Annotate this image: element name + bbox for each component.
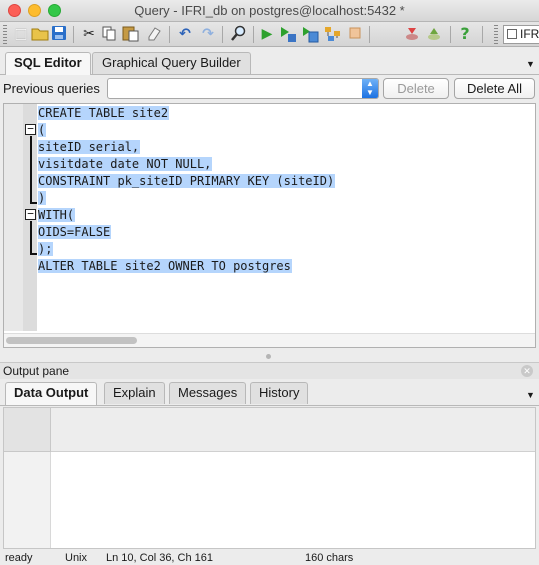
tab-graphical-query-builder[interactable]: Graphical Query Builder	[92, 52, 251, 74]
undo-icon[interactable]: ↶	[176, 25, 194, 43]
output-tabstrip: Data Output Explain Messages History ▼	[0, 379, 539, 405]
toolbar-separator	[253, 26, 254, 43]
pane-splitter[interactable]	[0, 350, 539, 362]
data-output-grid[interactable]	[3, 407, 536, 549]
editor-horizontal-scrollbar[interactable]	[4, 333, 535, 347]
cancel-query-icon[interactable]	[346, 25, 364, 43]
fold-end	[30, 202, 37, 204]
code-line: visitdate date NOT NULL,	[38, 157, 213, 171]
toolbar-separator	[73, 26, 74, 43]
toolbar-separator	[369, 26, 370, 43]
fold-collapse-icon[interactable]: −	[25, 208, 36, 220]
help-icon[interactable]: ?	[456, 25, 474, 43]
tab-sql-editor[interactable]: SQL Editor	[5, 52, 91, 75]
combo-label: IFR	[520, 27, 539, 41]
output-pane-title: Output pane	[3, 364, 70, 378]
delete-all-button[interactable]: Delete All	[454, 78, 535, 99]
toolbar-database-combo[interactable]: IFR	[503, 25, 539, 44]
fold-end	[30, 253, 37, 255]
fold-collapse-icon[interactable]: −	[25, 123, 36, 135]
code-line: CREATE TABLE site2	[38, 106, 170, 120]
checkbox-icon	[507, 29, 517, 39]
status-bar: ready Unix Ln 10, Col 36, Ch 161 160 cha…	[0, 551, 539, 565]
grid-column-header	[51, 408, 535, 452]
toolbar-separator	[482, 26, 483, 43]
code-line: WITH(	[38, 208, 76, 222]
window-title: Query - IFRI_db on postgres@localhost:54…	[134, 3, 405, 18]
toolbar-grip[interactable]	[3, 25, 7, 44]
previous-queries-label: Previous queries	[3, 81, 100, 96]
find-icon[interactable]	[229, 25, 247, 43]
status-state: ready	[5, 552, 33, 564]
toolbar-separator	[450, 26, 451, 43]
tab-explain[interactable]: Explain	[104, 382, 165, 404]
toolbar-separator	[169, 26, 170, 43]
execute-pgscript-icon[interactable]	[279, 25, 297, 43]
status-cursor-position: Ln 10, Col 36, Ch 161	[106, 552, 214, 564]
new-file-icon[interactable]: □	[12, 25, 30, 43]
output-pane-header: Output pane ✕	[0, 362, 539, 379]
code-line: siteID serial,	[38, 140, 141, 154]
grid-corner[interactable]	[4, 408, 51, 452]
previous-queries-select[interactable]: ▲ ▼	[107, 78, 379, 99]
main-toolbar: □ ✂ ↶ ↷ ▶ ? IFR	[0, 22, 539, 47]
divider	[0, 405, 539, 406]
code-line: );	[38, 242, 54, 256]
toolbar-grip[interactable]	[494, 25, 498, 44]
tab-history[interactable]: History	[250, 382, 309, 404]
save-icon[interactable]	[50, 25, 68, 43]
toolbar-separator	[222, 26, 223, 43]
status-line-endings: Unix	[65, 552, 88, 564]
code-line: OIDS=FALSE	[38, 225, 112, 239]
close-icon[interactable]: ✕	[521, 365, 533, 377]
previous-queries-row: Previous queries ▲ ▼ Delete Delete All	[0, 77, 539, 101]
code-line: )	[38, 191, 47, 205]
execute-icon[interactable]: ▶	[258, 25, 276, 43]
code-line: (	[38, 123, 47, 137]
tab-menu-arrow-icon[interactable]: ▼	[526, 59, 535, 69]
editor-tabstrip: SQL Editor Graphical Query Builder ▼	[0, 50, 539, 75]
scrollbar-thumb[interactable]	[6, 337, 137, 344]
redo-icon[interactable]: ↷	[199, 25, 217, 43]
tab-data-output[interactable]: Data Output	[5, 382, 98, 405]
splitter-handle-icon[interactable]	[266, 354, 271, 359]
open-folder-icon[interactable]	[30, 25, 50, 43]
execute-to-file-icon[interactable]	[301, 25, 319, 43]
sql-editor[interactable]: − − CREATE TABLE site2 ( siteID serial, …	[3, 103, 536, 348]
paste-icon[interactable]	[121, 25, 141, 43]
copy-icon[interactable]	[100, 25, 118, 43]
code-line: ALTER TABLE site2 OWNER TO postgres	[38, 259, 292, 273]
delete-button[interactable]: Delete	[383, 78, 449, 99]
explain-icon[interactable]	[324, 25, 342, 43]
grid-row-header	[4, 452, 51, 548]
tab-menu-arrow-icon[interactable]: ▼	[526, 390, 535, 400]
code-area[interactable]: CREATE TABLE site2 ( siteID serial, visi…	[38, 105, 336, 275]
rollback-icon[interactable]	[425, 25, 443, 43]
status-char-count: 160 chars	[305, 552, 354, 564]
title-bar: Query - IFRI_db on postgres@localhost:54…	[0, 0, 539, 22]
select-arrows-icon: ▲ ▼	[362, 79, 378, 98]
cut-icon[interactable]: ✂	[80, 25, 98, 43]
clear-icon[interactable]	[145, 25, 163, 43]
tab-messages[interactable]: Messages	[169, 382, 247, 404]
code-line: CONSTRAINT pk_siteID PRIMARY KEY (siteID…	[38, 174, 336, 188]
fold-line	[30, 221, 32, 255]
fold-line	[30, 136, 32, 204]
commit-icon[interactable]	[403, 25, 421, 43]
